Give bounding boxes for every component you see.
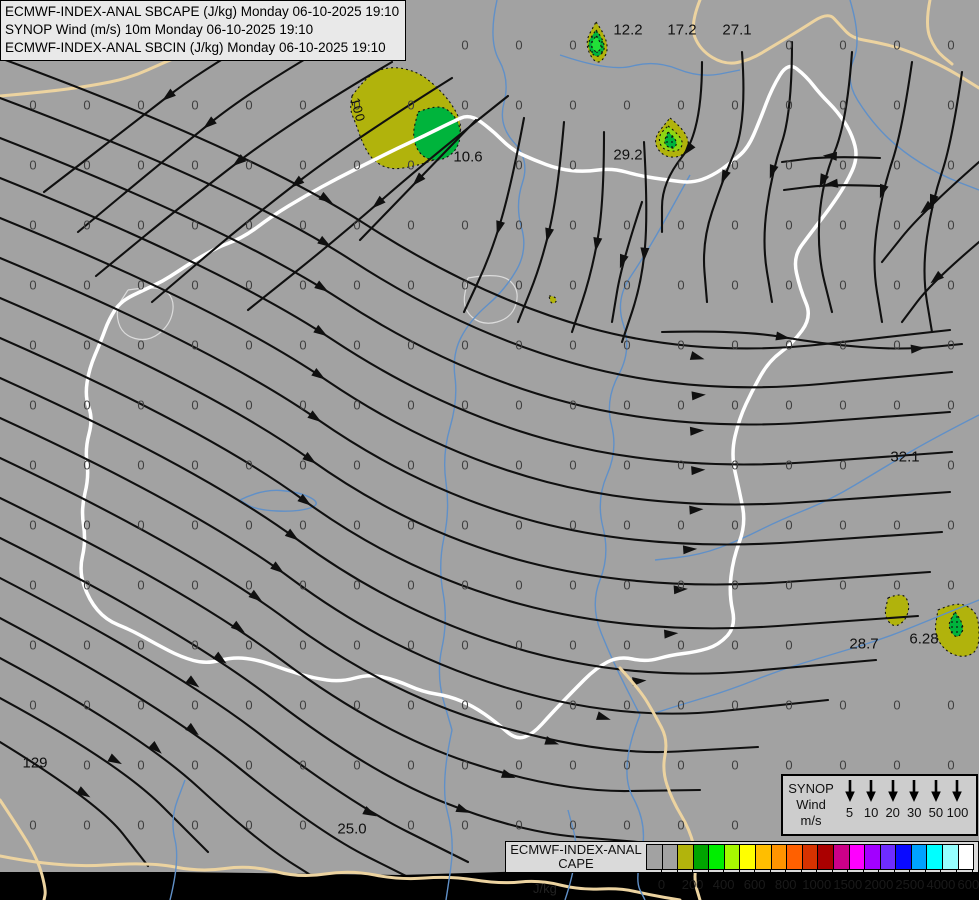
wind-speed-item: 30 xyxy=(904,778,925,834)
wind-legend: SYNOP Wind m/s 5 10 20 30 50 100 xyxy=(781,774,978,836)
down-arrow-icon xyxy=(909,780,920,802)
cape-colorbar-cell xyxy=(865,845,881,869)
wind-speed-item: 50 xyxy=(925,778,946,834)
cape-colorbar xyxy=(646,844,974,870)
cape-colorbar-cell xyxy=(958,845,974,869)
wind-speed-item: 5 xyxy=(839,778,860,834)
cape-colorbar-cell xyxy=(833,845,850,869)
cape-colorbar-cell xyxy=(724,845,741,869)
cape-colorbar-cell xyxy=(678,845,694,869)
down-arrow-icon xyxy=(931,780,941,802)
cape-tick-label: 600 xyxy=(743,877,766,892)
wind-speed-value: 10 xyxy=(863,805,879,820)
wind-speed-value: 30 xyxy=(907,805,922,820)
wind-speed-value: 100 xyxy=(946,805,969,820)
title-box: ECMWF-INDEX-ANAL SBCAPE (J/kg) Monday 06… xyxy=(0,0,407,61)
down-arrow-icon xyxy=(866,780,876,802)
wind-legend-labels: SYNOP Wind m/s xyxy=(783,776,839,834)
wind-speed-item: 10 xyxy=(861,778,882,834)
hungary-border xyxy=(79,64,858,740)
cape-colorbar-cell xyxy=(942,845,959,869)
cape-colorbar-cell xyxy=(771,845,788,869)
cape-tick-label: 2500 xyxy=(895,877,925,892)
cape-tick-label: 0 xyxy=(657,877,666,892)
cape-colorbar-cell xyxy=(927,845,943,869)
down-arrow-icon xyxy=(887,780,898,802)
cape-colorbar-cell xyxy=(818,845,834,869)
wind-legend-subtitle: Wind xyxy=(796,797,826,812)
cape-colorbar-cell xyxy=(802,845,819,869)
cape-colorbar-cell xyxy=(787,845,803,869)
weather-map-canvas: 0000000000000000000000000000000000000000… xyxy=(0,0,979,900)
cape-colorbar-cell xyxy=(880,845,897,869)
title-line-sbcape: ECMWF-INDEX-ANAL SBCAPE (J/kg) Monday 06… xyxy=(5,4,400,19)
wind-speed-item: 100 xyxy=(947,778,968,834)
down-arrow-icon xyxy=(952,780,963,802)
cape-tick-label: 200 xyxy=(681,877,704,892)
cape-tick-label: 4000 xyxy=(926,877,956,892)
cape-colorbar-cell xyxy=(693,845,710,869)
cape-tick-label: 1500 xyxy=(833,877,863,892)
title-line-wind: SYNOP Wind (m/s) 10m Monday 06-10-2025 1… xyxy=(5,22,314,37)
cape-colorbar-cell xyxy=(896,845,912,869)
cape-tick-label: 6000 xyxy=(957,877,979,892)
wind-speed-item: 20 xyxy=(882,778,903,834)
wind-streamlines xyxy=(0,12,979,888)
cape-colorbar-cell xyxy=(756,845,772,869)
cape-tick-label: 1000 xyxy=(802,877,832,892)
down-arrow-icon xyxy=(844,780,855,802)
cape-colorbar-cell xyxy=(849,845,866,869)
cape-tick-label: 800 xyxy=(774,877,797,892)
cape-colorbar-cell xyxy=(911,845,928,869)
cape-colorbar-cell xyxy=(709,845,725,869)
cape-patches xyxy=(350,20,979,657)
wind-speed-value: 20 xyxy=(885,805,900,820)
wind-legend-unit: m/s xyxy=(800,813,822,828)
cape-colorbar-cell xyxy=(740,845,757,869)
wind-speed-value: 5 xyxy=(845,805,854,820)
cape-tick-label: 2000 xyxy=(864,877,894,892)
cape-colorbar-cell xyxy=(647,845,663,869)
wind-speed-value: 50 xyxy=(928,805,944,820)
wind-legend-scale: 5 10 20 30 50 100 xyxy=(839,776,976,834)
cape-legend: ECMWF-INDEX-ANAL CAPE J/kg 0 200 400 600 800… xyxy=(505,841,979,900)
wind-legend-title: SYNOP xyxy=(788,781,834,796)
cape-colorbar-cell xyxy=(662,845,679,869)
weather-map-graphics xyxy=(0,0,979,900)
cape-tick-label: 400 xyxy=(712,877,735,892)
title-line-sbcin: ECMWF-INDEX-ANAL SBCIN (J/kg) Monday 06-… xyxy=(5,40,386,55)
